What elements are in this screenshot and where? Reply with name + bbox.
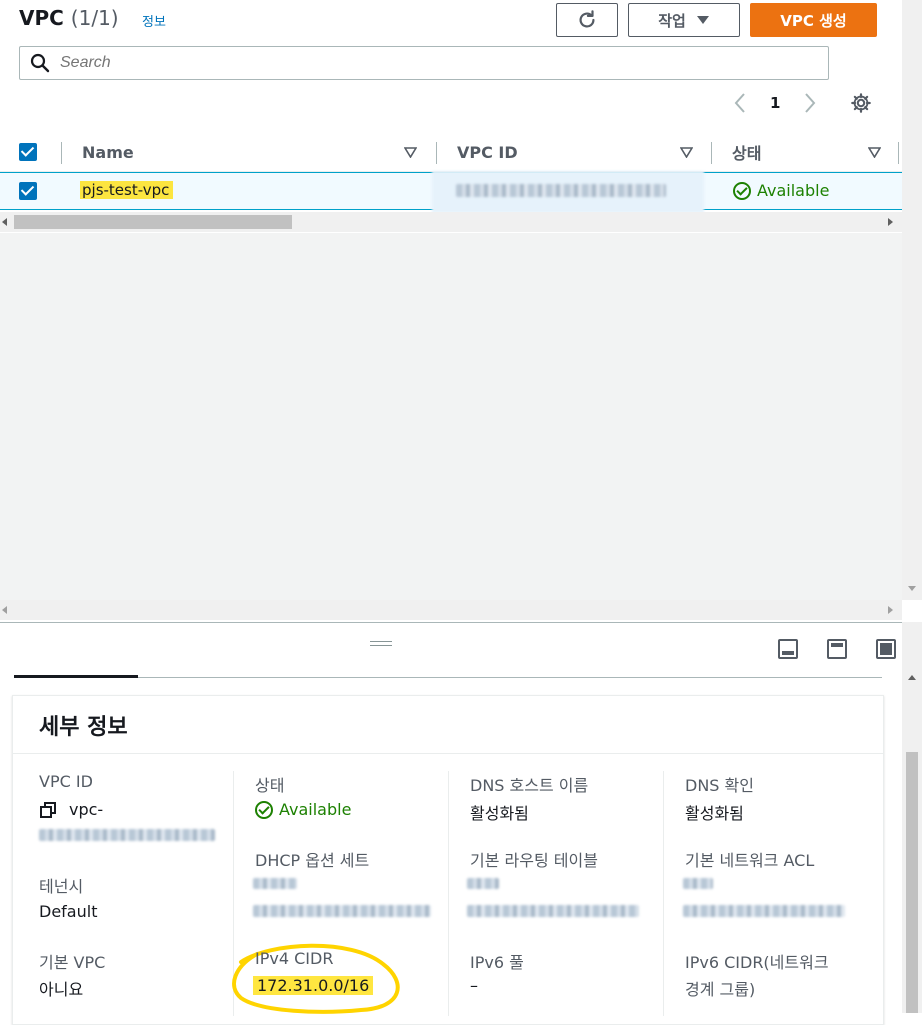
next-page-button[interactable]	[802, 90, 818, 116]
ipv4-cidr-label: IPv4 CIDR	[255, 949, 334, 968]
table-header: Name VPC ID 상태	[0, 132, 902, 172]
dns-hostname-label: DNS 호스트 이름	[470, 776, 589, 795]
scroll-right-arrow-icon[interactable]	[887, 218, 893, 226]
scroll-down-arrow-icon[interactable]	[908, 586, 916, 592]
scroll-left-arrow-icon[interactable]	[2, 218, 8, 226]
column-divider	[898, 142, 899, 164]
vpc-id-prefix: vpc-	[69, 800, 104, 819]
prev-page-button[interactable]	[732, 90, 748, 116]
tab-bar-divider	[14, 677, 882, 678]
sort-caret-icon[interactable]	[868, 147, 881, 158]
details-vertical-scrollbar[interactable]	[902, 622, 922, 1013]
search-icon	[30, 53, 50, 73]
vpc-id-label: VPC ID	[39, 772, 93, 791]
column-header-name[interactable]: Name	[82, 132, 134, 172]
default-vpc-value: 아니요	[39, 980, 84, 999]
scroll-right-arrow-icon[interactable]	[887, 606, 893, 614]
check-circle-icon	[733, 181, 751, 200]
redacted-route-table-name	[467, 878, 499, 889]
actions-dropdown-button[interactable]: 작업	[628, 3, 740, 37]
main-network-acl-label: 기본 네트워크 ACL	[685, 851, 815, 870]
page-number[interactable]: 1	[770, 90, 780, 116]
vpc-list-area: VPC (1/1) 정보 작업 VPC 생성 1	[0, 0, 922, 600]
default-vpc-label: 기본 VPC	[39, 953, 106, 972]
tab-details-active[interactable]	[14, 675, 138, 678]
scroll-left-arrow-icon[interactable]	[2, 606, 8, 614]
dns-hostname-value: 활성화됨	[470, 804, 529, 823]
chevron-left-icon	[734, 93, 745, 113]
table-row[interactable]: pjs-test-vpc Available	[0, 171, 902, 213]
main-route-table-label: 기본 라우팅 테이블	[470, 851, 598, 870]
ipv6-cidr-label: IPv6 CIDR(네트워크	[685, 953, 829, 972]
column-divider	[663, 771, 664, 1016]
dns-resolution-label: DNS 확인	[685, 776, 754, 795]
details-panel: 세부 정보 VPC ID vpc- 테넌시 Default 기본 VPC 아니요…	[12, 695, 884, 1025]
search-input[interactable]	[60, 54, 760, 72]
page-title: VPC (1/1)	[19, 6, 119, 30]
vpc-name-cell[interactable]: pjs-test-vpc	[80, 181, 174, 199]
row-checkbox[interactable]	[19, 182, 37, 200]
layout-full-icon[interactable]	[876, 639, 896, 659]
check-circle-icon	[255, 800, 273, 819]
scrollbar-thumb[interactable]	[14, 215, 292, 229]
select-all-checkbox[interactable]	[19, 143, 37, 161]
copy-icon[interactable]	[40, 802, 56, 818]
status-text: Available	[757, 181, 830, 200]
dns-resolution-value: 활성화됨	[685, 804, 744, 823]
redacted-route-table-id	[467, 905, 639, 917]
top-vertical-scrollbar[interactable]	[902, 0, 922, 600]
page-horizontal-scrollbar[interactable]	[0, 600, 902, 620]
layout-side-icon[interactable]	[827, 639, 847, 659]
details-header: 세부 정보	[13, 696, 883, 754]
column-header-status[interactable]: 상태	[732, 132, 761, 172]
actions-label: 작업	[658, 11, 686, 30]
vpc-list-panel: VPC (1/1) 정보 작업 VPC 생성 1	[0, 0, 902, 233]
column-divider	[711, 142, 712, 164]
split-panel: 세부 정보 VPC ID vpc- 테넌시 Default 기본 VPC 아니요…	[0, 622, 922, 1025]
scroll-up-arrow-icon[interactable]	[908, 674, 916, 680]
status-value: Available	[255, 800, 351, 819]
ipv4-cidr-value: 172.31.0.0/16	[253, 976, 374, 995]
sort-caret-icon[interactable]	[404, 147, 417, 158]
ipv6-pool-label: IPv6 풀	[470, 953, 524, 972]
info-link[interactable]: 정보	[142, 11, 166, 30]
dhcp-options-label: DHCP 옵션 세트	[255, 851, 370, 870]
chevron-right-icon	[805, 93, 816, 113]
status-cell: Available	[733, 181, 829, 200]
sort-caret-icon[interactable]	[680, 147, 693, 158]
redacted-acl-id	[683, 905, 845, 917]
column-divider	[436, 142, 437, 164]
ipv6-pool-value: –	[470, 976, 478, 995]
ipv6-cidr-label-cont: 경계 그룹)	[685, 980, 756, 999]
redacted-dhcp-id	[253, 905, 431, 917]
table-horizontal-scrollbar[interactable]	[0, 212, 902, 232]
tenancy-value: Default	[39, 902, 98, 921]
resize-handle[interactable]	[370, 641, 392, 646]
column-divider	[448, 771, 449, 1016]
redacted-dhcp-name	[253, 878, 297, 889]
column-header-vpc-id[interactable]: VPC ID	[457, 132, 518, 172]
column-divider	[61, 142, 62, 164]
redacted-vpc-id	[456, 184, 666, 197]
refresh-icon	[579, 10, 595, 28]
preferences-button[interactable]	[850, 90, 872, 116]
redacted-acl-name	[683, 878, 713, 889]
scrollbar-thumb[interactable]	[906, 752, 918, 1013]
page-title-count: (1/1)	[70, 6, 119, 30]
layout-bottom-icon[interactable]	[778, 639, 798, 659]
redacted-vpc-id	[39, 829, 215, 841]
status-value-text: Available	[279, 800, 352, 819]
tenancy-label: 테넌시	[39, 877, 84, 896]
caret-down-icon	[696, 16, 709, 24]
gear-icon	[851, 93, 871, 113]
create-vpc-button[interactable]: VPC 생성	[750, 3, 877, 37]
search-field[interactable]	[19, 46, 829, 80]
details-title: 세부 정보	[39, 715, 128, 740]
status-label: 상태	[255, 776, 285, 795]
page-title-text: VPC	[19, 6, 64, 30]
refresh-button[interactable]	[556, 3, 618, 37]
